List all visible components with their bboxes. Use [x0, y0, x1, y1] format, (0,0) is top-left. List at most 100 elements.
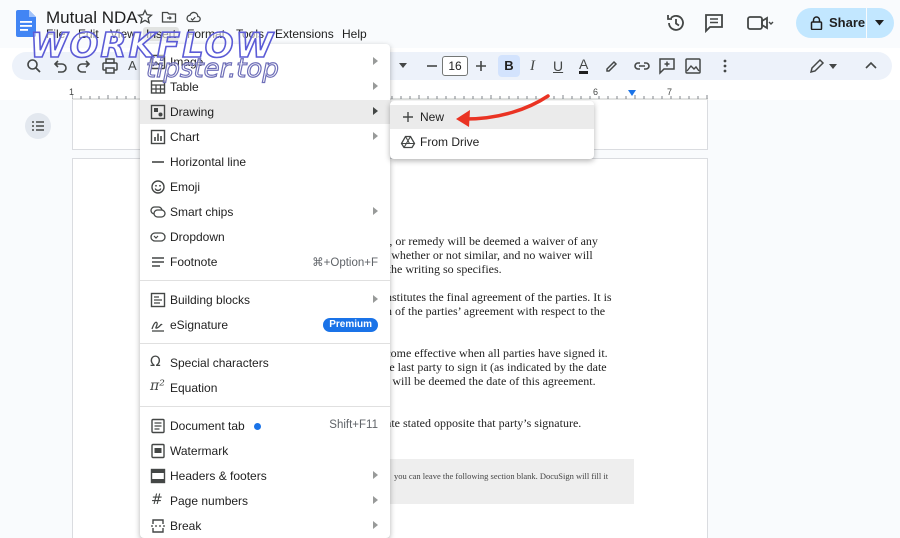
submenu-arrow-icon — [373, 295, 378, 303]
history-icon[interactable] — [665, 12, 687, 34]
submenu-item-from-drive[interactable]: From Drive — [390, 130, 594, 154]
decrease-font-icon[interactable] — [423, 57, 441, 75]
ruler-number: 1 — [69, 87, 75, 97]
drawing-icon — [150, 104, 166, 120]
submenu-arrow-icon — [373, 521, 378, 529]
menu-item-building-blocks[interactable]: Building blocks — [140, 288, 390, 312]
watermark-icon — [151, 443, 165, 459]
ruler-number: 7 — [667, 87, 673, 97]
menu-item-special-characters[interactable]: Ω Special characters — [140, 351, 390, 375]
chevron-down-icon[interactable] — [875, 20, 884, 26]
ruler-number: 6 — [593, 87, 599, 97]
link-icon[interactable] — [633, 57, 651, 75]
bold-button[interactable]: B — [498, 55, 520, 77]
watermark-site-text: tipster.top — [145, 53, 279, 84]
footnote-icon — [152, 257, 164, 267]
insert-image-icon[interactable] — [684, 57, 702, 75]
break-icon — [151, 519, 165, 533]
more-options-icon[interactable] — [716, 57, 734, 75]
menu-item-label: Dropdown — [170, 230, 225, 244]
chart-icon — [150, 129, 166, 145]
menu-item-label: eSignature — [170, 318, 229, 332]
increase-font-icon[interactable] — [472, 57, 490, 75]
horizontal-line-icon — [152, 161, 164, 163]
menu-item-esignature[interactable]: eSignature Premium — [140, 313, 390, 337]
pi-icon: π² — [150, 378, 165, 394]
smart-chips-icon — [150, 206, 166, 218]
submenu-arrow-icon — [373, 132, 378, 140]
menu-item-label: Building blocks — [170, 293, 251, 307]
highlight-icon[interactable] — [602, 57, 620, 75]
menu-item-document-tab[interactable]: Document tab Shift+F11 — [140, 414, 390, 438]
building-blocks-icon — [150, 292, 166, 308]
comments-icon[interactable] — [703, 12, 725, 34]
hash-icon: # — [151, 492, 163, 508]
plus-icon — [403, 112, 413, 122]
menu-item-chart[interactable]: Chart — [140, 125, 390, 149]
font-chevron-icon[interactable] — [399, 63, 407, 68]
document-title[interactable]: Mutual NDA — [46, 8, 138, 28]
menu-separator — [140, 406, 390, 407]
menu-separator — [140, 280, 390, 281]
headers-footers-icon — [150, 468, 166, 484]
menu-item-drawing[interactable]: Drawing — [140, 100, 390, 124]
doc-text-line: on of the parties’ agreement with respec… — [380, 304, 606, 318]
menu-item-watermark[interactable]: Watermark — [140, 439, 390, 463]
document-tab-icon — [151, 418, 165, 434]
submenu-arrow-icon — [373, 207, 378, 215]
new-feature-dot — [254, 423, 261, 430]
menu-extensions[interactable]: Extensions — [275, 27, 334, 41]
dropdown-icon — [150, 232, 166, 242]
share-label: Share — [829, 15, 866, 30]
add-comment-icon[interactable] — [658, 57, 676, 75]
menu-item-label: Document tab — [170, 419, 245, 433]
document-outline-button[interactable] — [25, 113, 51, 139]
cloud-saved-icon[interactable] — [185, 9, 201, 25]
menu-item-label: Watermark — [170, 444, 229, 458]
menu-item-page-numbers[interactable]: # Page numbers — [140, 489, 390, 513]
menu-item-break[interactable]: Break — [140, 514, 390, 538]
menu-item-label: Footnote — [170, 255, 218, 269]
doc-text-line: ecome effective when all parties have si… — [380, 346, 608, 360]
doc-text-line: date stated opposite that party’s signat… — [380, 416, 582, 430]
annotation-arrow-icon — [456, 94, 550, 127]
italic-button[interactable]: I — [530, 58, 535, 75]
menu-item-smart-chips[interactable]: Smart chips — [140, 200, 390, 224]
menu-item-headers-footers[interactable]: Headers & footers — [140, 464, 390, 488]
drive-icon — [400, 135, 416, 149]
menu-item-dropdown[interactable]: Dropdown — [140, 225, 390, 249]
menu-item-equation[interactable]: π² Equation — [140, 376, 390, 400]
mode-chevron-icon[interactable] — [829, 64, 837, 69]
menu-help[interactable]: Help — [342, 27, 367, 41]
meet-icon[interactable] — [746, 12, 774, 34]
underline-button[interactable]: U — [553, 58, 563, 74]
premium-badge: Premium — [323, 318, 378, 332]
omega-icon: Ω — [150, 354, 161, 370]
star-icon[interactable] — [137, 9, 153, 25]
collapse-toolbar-icon[interactable] — [862, 57, 880, 75]
outline-icon — [32, 121, 44, 131]
move-folder-icon[interactable] — [161, 9, 177, 25]
menu-item-footnote[interactable]: Footnote ⌘+Option+F — [140, 250, 390, 274]
lock-icon — [810, 16, 823, 30]
submenu-arrow-icon — [373, 82, 378, 90]
text-color-button[interactable]: A — [579, 57, 589, 74]
menu-item-label: Equation — [170, 381, 218, 395]
docusign-note-block — [380, 459, 634, 504]
menu-item-horizontal-line[interactable]: Horizontal line — [140, 150, 390, 174]
submenu-item-label: From Drive — [420, 135, 480, 149]
share-button[interactable]: Share — [796, 8, 894, 38]
edit-mode-icon[interactable] — [808, 57, 826, 75]
esignature-icon — [151, 321, 164, 332]
docusign-note-text: you can leave the following section blan… — [394, 471, 609, 481]
share-divider — [866, 8, 867, 38]
font-size-input[interactable]: 16 — [442, 56, 468, 76]
doc-text-line: onstitutes the final agreement of the pa… — [380, 290, 612, 304]
submenu-arrow-icon — [373, 57, 378, 65]
menu-item-label: Drawing — [170, 105, 215, 119]
menu-item-emoji[interactable]: Emoji — [140, 175, 390, 199]
menu-shortcut: Shift+F11 — [329, 419, 378, 431]
menu-separator — [140, 343, 390, 344]
menu-item-label: Special characters — [170, 356, 269, 370]
submenu-arrow-icon — [373, 107, 378, 115]
